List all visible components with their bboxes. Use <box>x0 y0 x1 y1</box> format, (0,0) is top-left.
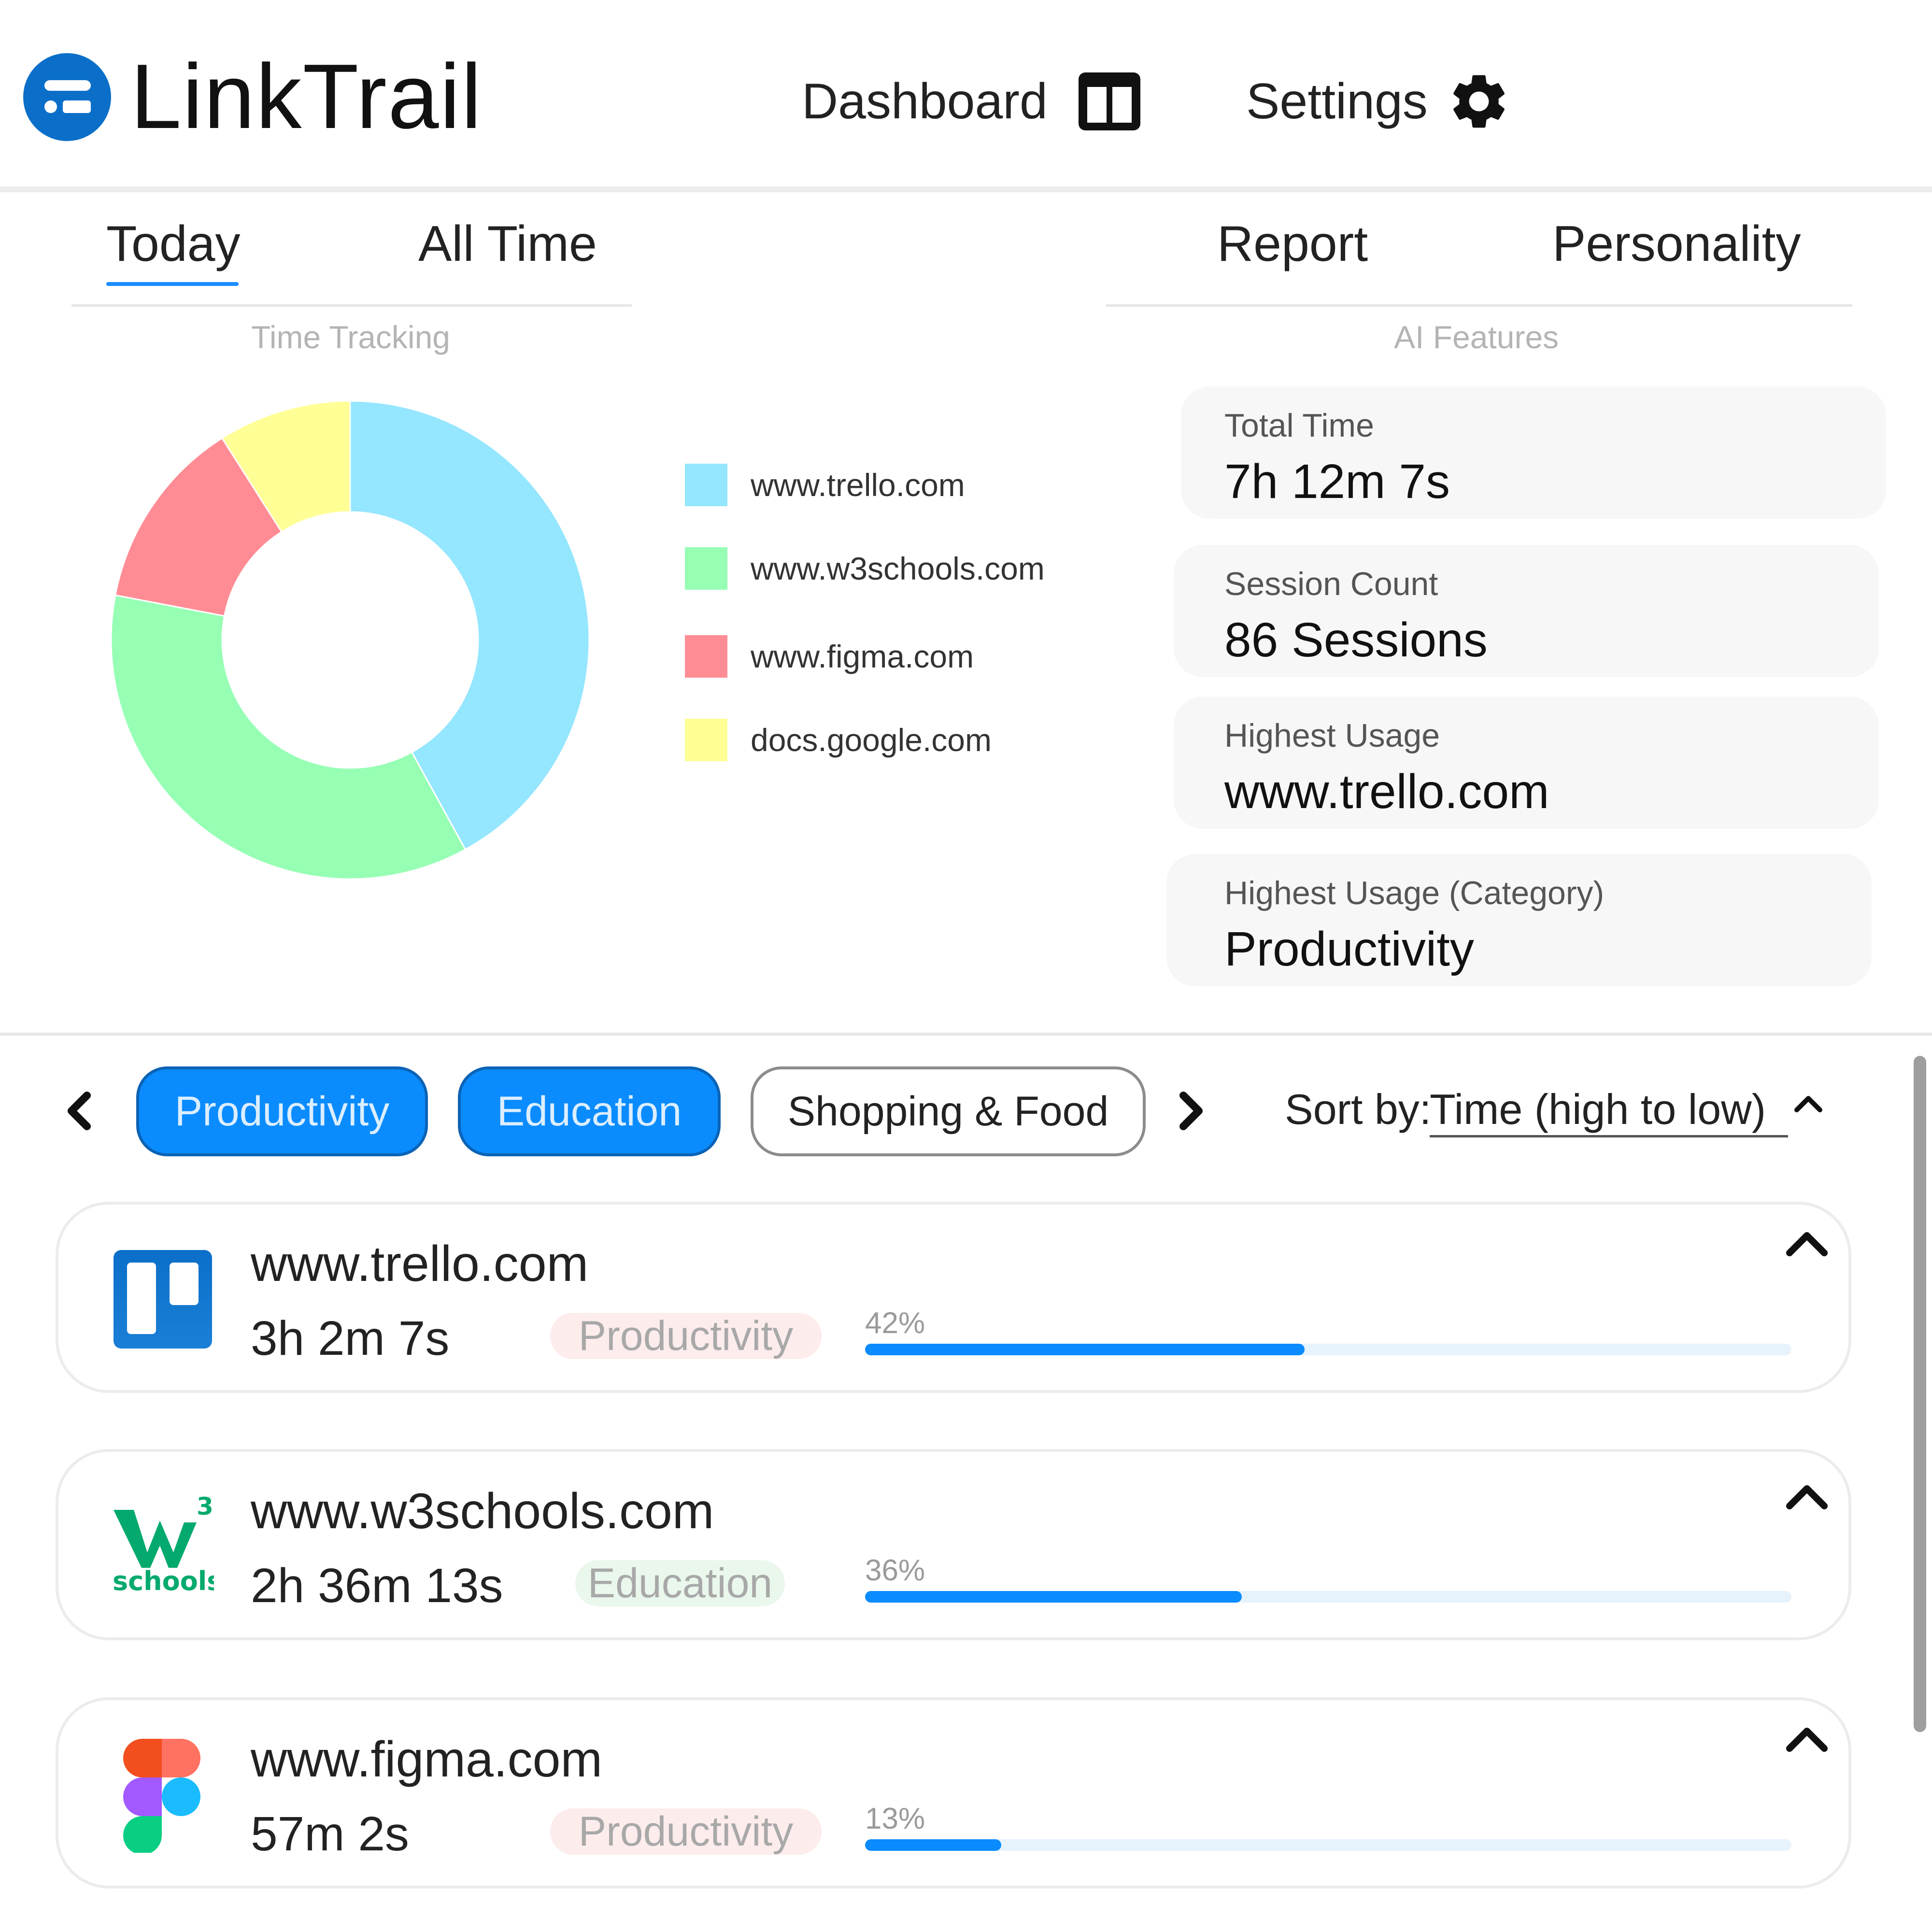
chevron-up-icon[interactable] <box>1793 1093 1824 1116</box>
chevron-up-icon[interactable] <box>1785 1228 1829 1261</box>
usage-percent: 13% <box>865 1802 925 1835</box>
active-tab-indicator <box>106 282 239 286</box>
tab-personality[interactable]: Personality <box>1552 213 1801 275</box>
chevron-up-icon[interactable] <box>1785 1723 1829 1757</box>
stat-value: 86 Sessions <box>1224 613 1488 667</box>
usage-progress-bar <box>865 1839 1791 1851</box>
w3schools-logo-sup: 3 <box>197 1495 213 1520</box>
chevron-right-icon[interactable] <box>1169 1087 1212 1135</box>
site-time: 57m 2s <box>251 1807 409 1861</box>
legend-swatch <box>685 719 727 761</box>
category-badge: Productivity <box>550 1313 822 1359</box>
donut-slice-www-w3schools-com[interactable] <box>110 594 467 880</box>
legend-swatch <box>685 635 727 678</box>
stat-card-highest-usage: Highest Usage www.trello.com <box>1174 696 1879 829</box>
section-divider <box>0 1033 1932 1036</box>
tab-today[interactable]: Today <box>106 213 241 275</box>
tab-report[interactable]: Report <box>1217 213 1368 275</box>
stat-label: Total Time <box>1224 407 1374 444</box>
category-badge: Productivity <box>550 1808 822 1855</box>
stat-card-highest-usage-category: Highest Usage (Category) Productivity <box>1166 854 1872 986</box>
tab-all-time[interactable]: All Time <box>418 213 597 275</box>
tabs-divider-left <box>71 304 632 307</box>
stat-value: www.trello.com <box>1224 765 1549 819</box>
site-time: 2h 36m 13s <box>251 1559 503 1613</box>
app-title: LinkTrail <box>130 45 483 148</box>
legend-item: docs.google.com <box>685 719 992 761</box>
legend-label: docs.google.com <box>751 722 992 758</box>
stat-label: Highest Usage <box>1224 717 1440 754</box>
usage-progress-fill <box>865 1344 1305 1355</box>
site-card-trello[interactable]: www.trello.com 3h 2m 7s Productivity 42% <box>56 1202 1851 1393</box>
stat-label: Highest Usage (Category) <box>1224 875 1605 911</box>
legend-item: www.figma.com <box>685 635 974 678</box>
stat-value: Productivity <box>1224 922 1474 976</box>
nav-settings-label: Settings <box>1246 73 1428 129</box>
usage-percent: 42% <box>865 1307 925 1340</box>
stat-card-total-time: Total Time 7h 12m 7s <box>1181 386 1886 519</box>
gear-icon <box>1446 69 1512 134</box>
time-tracking-donut-chart <box>110 400 590 880</box>
legend-swatch <box>685 547 727 590</box>
site-time: 3h 2m 7s <box>251 1311 450 1365</box>
category-badge: Education <box>575 1560 785 1606</box>
sort-label: Sort by: <box>1285 1085 1432 1133</box>
stat-value: 7h 12m 7s <box>1224 455 1450 509</box>
filter-chip-shopping-food[interactable]: Shopping & Food <box>751 1066 1146 1156</box>
sort-select[interactable]: Time (high to low) <box>1430 1085 1787 1134</box>
legend-label: www.figma.com <box>751 639 974 674</box>
usage-progress-bar <box>865 1344 1791 1355</box>
filter-chip-productivity[interactable]: Productivity <box>136 1066 428 1156</box>
usage-progress-fill <box>865 1591 1242 1603</box>
chevron-left-icon[interactable] <box>58 1087 101 1135</box>
chevron-up-icon[interactable] <box>1785 1481 1829 1514</box>
nav-settings[interactable]: Settings <box>1246 68 1512 135</box>
usage-progress-bar <box>865 1591 1791 1603</box>
scrollbar-thumb[interactable] <box>1914 1056 1926 1732</box>
w3schools-logo-icon: 3 schools <box>112 1492 222 1598</box>
site-card-figma[interactable]: www.figma.com 57m 2s Productivity 13% <box>56 1697 1851 1889</box>
site-name: www.figma.com <box>251 1732 603 1788</box>
dashboard-icon <box>1077 71 1142 132</box>
header-divider <box>0 186 1932 192</box>
legend-label: www.w3schools.com <box>751 551 1045 586</box>
app-header: LinkTrail Dashboard Settings <box>0 0 1932 187</box>
usage-percent: 36% <box>865 1554 925 1587</box>
time-tracking-caption: Time Tracking <box>251 319 450 355</box>
stat-card-session-count: Session Count 86 Sessions <box>1174 545 1879 677</box>
figma-logo-icon <box>121 1737 224 1855</box>
sort-select-underline <box>1430 1135 1788 1137</box>
nav-dashboard[interactable]: Dashboard <box>802 68 1142 135</box>
site-card-w3schools[interactable]: 3 schools www.w3schools.com 2h 36m 13s E… <box>56 1449 1851 1640</box>
trello-logo-icon <box>112 1248 214 1350</box>
tabs-divider-right <box>1106 304 1852 307</box>
filter-chip-education[interactable]: Education <box>458 1066 721 1156</box>
legend-swatch <box>685 464 727 506</box>
ai-features-caption: AI Features <box>1394 319 1559 355</box>
w3schools-logo-text: schools <box>113 1566 214 1596</box>
site-name: www.trello.com <box>251 1236 589 1292</box>
usage-progress-fill <box>865 1839 1001 1851</box>
nav-dashboard-label: Dashboard <box>802 73 1048 129</box>
stat-label: Session Count <box>1224 566 1438 602</box>
legend-label: www.trello.com <box>751 467 965 503</box>
site-name: www.w3schools.com <box>251 1483 714 1539</box>
app-logo-icon <box>23 53 111 141</box>
legend-item: www.trello.com <box>685 464 965 506</box>
legend-item: www.w3schools.com <box>685 547 1045 590</box>
